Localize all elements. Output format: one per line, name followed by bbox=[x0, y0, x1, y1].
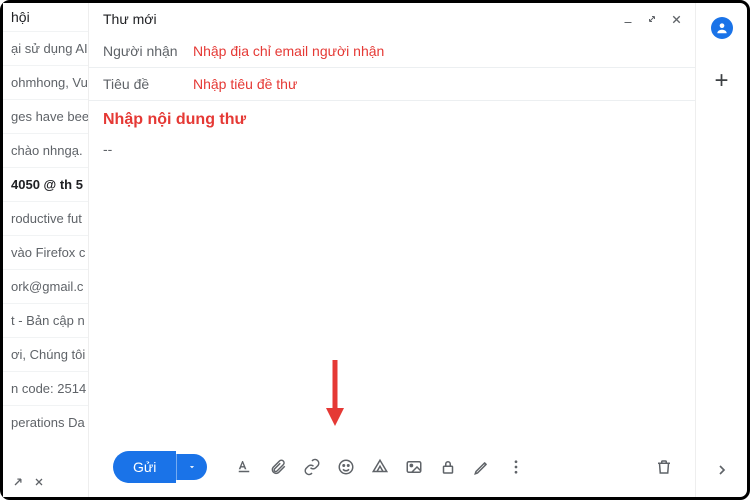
send-button-group: Gửi bbox=[113, 451, 207, 483]
close-icon[interactable] bbox=[33, 476, 45, 488]
compose-window-controls bbox=[622, 13, 683, 26]
list-item[interactable]: ại sử dụng AI bbox=[3, 31, 88, 65]
link-icon[interactable] bbox=[297, 452, 327, 482]
recipients-row[interactable]: Người nhận Nhập địa chỉ email người nhận bbox=[89, 35, 695, 68]
signature-marker: -- bbox=[103, 141, 681, 157]
compose-toolbar: Gửi bbox=[89, 441, 695, 497]
list-item[interactable]: ơi, Chúng tôi bbox=[3, 337, 88, 371]
list-item[interactable]: ges have bee bbox=[3, 99, 88, 133]
list-item[interactable]: perations Da bbox=[3, 405, 88, 439]
expand-icon[interactable] bbox=[11, 475, 25, 489]
compose-header: Thư mới bbox=[89, 3, 695, 35]
formatting-icon[interactable] bbox=[229, 452, 259, 482]
minimize-icon[interactable] bbox=[622, 13, 634, 25]
list-item[interactable]: ork@gmail.c bbox=[3, 269, 88, 303]
subject-hint: Nhập tiêu đề thư bbox=[193, 76, 297, 92]
list-item[interactable]: t - Bản cập n bbox=[3, 303, 88, 337]
right-rail: + bbox=[695, 3, 747, 497]
subject-row[interactable]: Tiêu đề Nhập tiêu đề thư bbox=[89, 68, 695, 101]
more-icon[interactable] bbox=[501, 452, 531, 482]
mail-list-column: hội ại sử dụng AI ohmhong, Vu ges have b… bbox=[3, 3, 89, 497]
drive-icon[interactable] bbox=[365, 452, 395, 482]
avatar[interactable] bbox=[711, 17, 733, 39]
image-icon[interactable] bbox=[399, 452, 429, 482]
send-more-button[interactable] bbox=[176, 454, 207, 480]
recipients-label: Người nhận bbox=[103, 43, 193, 59]
subject-label: Tiêu đề bbox=[103, 76, 193, 92]
chevron-right-icon[interactable] bbox=[714, 462, 730, 478]
attach-icon[interactable] bbox=[263, 452, 293, 482]
list-bottom-controls bbox=[3, 467, 88, 497]
close-icon[interactable] bbox=[670, 13, 683, 26]
app-frame: hội ại sử dụng AI ohmhong, Vu ges have b… bbox=[0, 0, 750, 500]
list-header: hội bbox=[3, 3, 88, 31]
trash-icon[interactable] bbox=[649, 452, 679, 482]
body-hint: Nhập nội dung thư bbox=[103, 111, 681, 129]
compose-body[interactable]: Nhập nội dung thư -- bbox=[89, 101, 695, 441]
fullscreen-icon[interactable] bbox=[646, 13, 658, 25]
compose-title: Thư mới bbox=[103, 11, 157, 27]
send-button[interactable]: Gửi bbox=[113, 451, 176, 483]
list-item[interactable]: n code: 2514 bbox=[3, 371, 88, 405]
pen-icon[interactable] bbox=[467, 452, 497, 482]
add-button[interactable]: + bbox=[714, 67, 728, 95]
confidential-icon[interactable] bbox=[433, 452, 463, 482]
list-item[interactable]: vào Firefox c bbox=[3, 235, 88, 269]
list-item[interactable]: 4050 @ th 5 bbox=[3, 167, 88, 201]
list-item[interactable]: roductive fut bbox=[3, 201, 88, 235]
list-item[interactable]: chào nhngạ. bbox=[3, 133, 88, 167]
compose-panel: Thư mới Người nhận Nhập địa chỉ email ng… bbox=[89, 3, 695, 497]
list-item[interactable]: ohmhong, Vu bbox=[3, 65, 88, 99]
emoji-icon[interactable] bbox=[331, 452, 361, 482]
recipients-hint: Nhập địa chỉ email người nhận bbox=[193, 43, 384, 59]
